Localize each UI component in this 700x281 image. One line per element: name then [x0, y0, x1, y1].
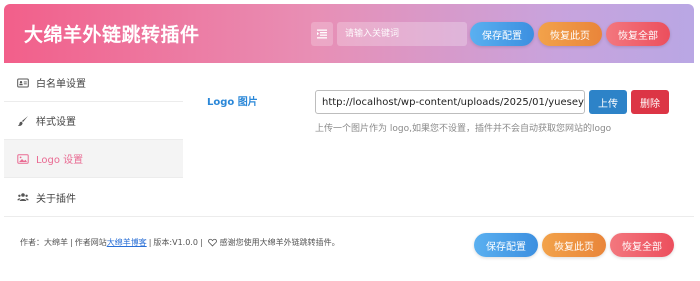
- delete-button[interactable]: 删除: [631, 90, 669, 114]
- footer-site-prefix: 作者网站: [74, 238, 107, 247]
- footer-restore-page-button[interactable]: 恢复此页: [542, 233, 606, 257]
- sidebar-item-whitelist[interactable]: 白名单设置: [4, 64, 183, 102]
- logo-image-label: Logo 图片: [207, 97, 258, 108]
- header-bar: 大绵羊外链跳转插件 保存配置 恢复此页 恢复全部: [4, 4, 694, 63]
- logo-settings-panel: Logo 图片 上传 删除 上传一个图片作为 logo,如果您不设置，插件并不会…: [183, 64, 694, 216]
- footer-version: 版本:V1.0.0: [153, 238, 198, 247]
- footer-author: 作者：大绵羊: [20, 238, 68, 247]
- sidebar-item-about[interactable]: 关于插件: [4, 178, 183, 216]
- sidebar: 白名单设置 样式设置 Logo 设置 关于插件: [4, 64, 183, 216]
- footer-thanks: 感谢您使用大绵羊外链跳转插件。: [219, 238, 340, 247]
- id-card-icon: [16, 76, 30, 90]
- sidebar-item-label: 白名单设置: [36, 79, 86, 90]
- app-title: 大绵羊外链跳转插件: [24, 24, 200, 46]
- sidebar-item-label: 样式设置: [36, 117, 76, 128]
- footer-restore-all-button[interactable]: 恢复全部: [610, 233, 674, 257]
- upload-button[interactable]: 上传: [589, 90, 627, 114]
- sidebar-item-label: Logo 设置: [36, 155, 84, 166]
- sidebar-item-label: 关于插件: [36, 193, 76, 205]
- menu-toggle-icon[interactable]: [311, 22, 333, 46]
- search-input[interactable]: [337, 22, 467, 46]
- logo-help-text: 上传一个图片作为 logo,如果您不设置，插件并不会自动获取您网站的logo: [315, 124, 612, 134]
- brush-icon: [16, 114, 30, 128]
- footer-divider: [4, 216, 694, 217]
- footer-site-link[interactable]: 大绵羊博客: [107, 237, 147, 248]
- header-restore-all-button[interactable]: 恢复全部: [606, 22, 670, 46]
- footer-save-button[interactable]: 保存配置: [474, 233, 538, 257]
- plugin-settings-window: 大绵羊外链跳转插件 保存配置 恢复此页 恢复全部 白名单设置: [0, 0, 700, 281]
- header-save-button[interactable]: 保存配置: [470, 22, 534, 46]
- logo-url-input[interactable]: [315, 90, 585, 114]
- footer-credits: 作者：大绵羊 | 作者网站 大绵羊博客 | 版本:V1.0.0 | 感谢您使用大…: [20, 237, 340, 248]
- sidebar-item-logo[interactable]: Logo 设置: [4, 140, 183, 178]
- users-icon: [16, 190, 30, 204]
- sidebar-item-style[interactable]: 样式设置: [4, 102, 183, 140]
- heart-icon: [207, 238, 217, 247]
- header-restore-page-button[interactable]: 恢复此页: [538, 22, 602, 46]
- image-icon: [16, 152, 30, 166]
